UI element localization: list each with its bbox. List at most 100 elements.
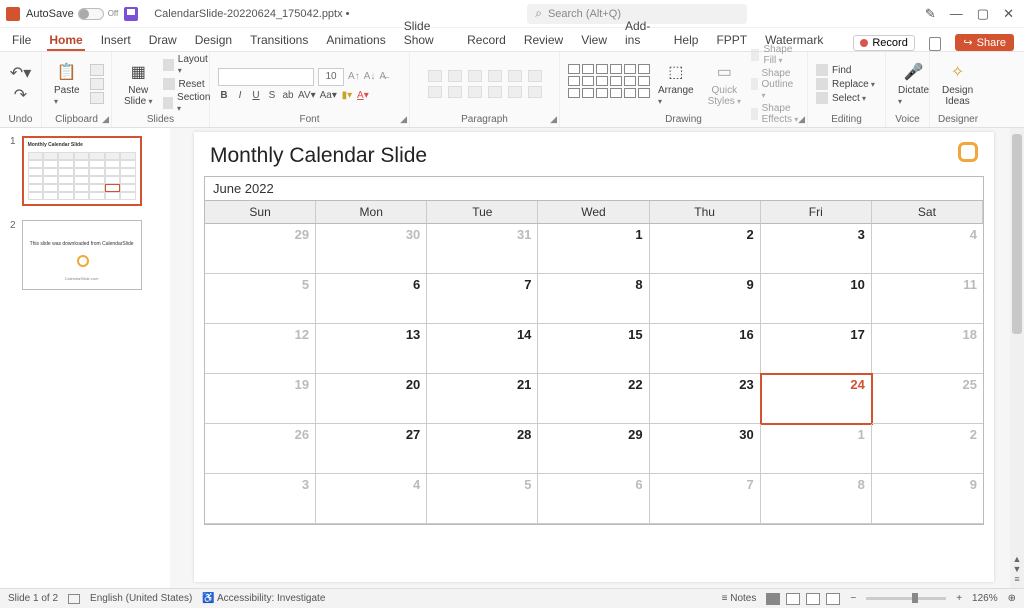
align-left-icon[interactable] (428, 86, 442, 98)
layout-button[interactable]: Layout (163, 54, 212, 76)
new-slide-button[interactable]: ▦ New Slide (120, 59, 157, 109)
replace-button[interactable]: Replace (816, 78, 875, 90)
tab-draw[interactable]: Draw (147, 29, 179, 51)
calendar-cell[interactable]: 7 (427, 274, 538, 324)
slide-counter[interactable]: Slide 1 of 2 (8, 593, 58, 604)
text-direction-icon[interactable] (528, 70, 542, 82)
cut-icon[interactable] (90, 64, 104, 76)
pen-icon[interactable] (925, 6, 936, 22)
calendar-cell[interactable]: 27 (316, 424, 427, 474)
tab-design[interactable]: Design (193, 29, 234, 51)
calendar-cell[interactable]: 20 (316, 374, 427, 424)
slide[interactable]: Monthly Calendar Slide June 2022 SunMonT… (194, 132, 994, 582)
indent-icon[interactable] (488, 70, 502, 82)
calendar-cell[interactable]: 14 (427, 324, 538, 374)
tab-slideshow[interactable]: Slide Show (402, 15, 451, 51)
zoom-slider[interactable] (866, 597, 946, 600)
sorter-view-icon[interactable] (786, 593, 800, 605)
accessibility-indicator[interactable]: ♿ Accessibility: Investigate (202, 593, 325, 604)
calendar-cell[interactable]: 2 (872, 424, 983, 474)
spellcheck-icon[interactable] (68, 594, 80, 604)
calendar-cell[interactable]: 18 (872, 324, 983, 374)
section-button[interactable]: Section (163, 92, 212, 114)
font-color-button[interactable]: A▾ (357, 90, 369, 101)
scrollbar-arrows[interactable]: ▲▼≡ (1010, 554, 1024, 584)
outdent-icon[interactable] (468, 70, 482, 82)
zoom-out-button[interactable]: − (850, 593, 856, 604)
shadow-button[interactable]: ab (282, 90, 294, 101)
notes-button[interactable]: ≡ Notes (722, 593, 757, 604)
undo-icon[interactable]: ↶▾ (10, 63, 31, 83)
find-button[interactable]: Find (816, 64, 875, 76)
calendar-cell[interactable]: 30 (650, 424, 761, 474)
tab-addins[interactable]: Add-ins (623, 15, 658, 51)
calendar-cell[interactable]: 11 (872, 274, 983, 324)
bullets-icon[interactable] (428, 70, 442, 82)
calendar-cell[interactable]: 31 (427, 224, 538, 274)
italic-button[interactable]: I (234, 90, 246, 101)
tab-fppt[interactable]: FPPT (714, 29, 749, 51)
calendar-cell[interactable]: 30 (316, 224, 427, 274)
calendar-cell[interactable]: 6 (538, 474, 649, 524)
increase-font-icon[interactable]: A↑ (348, 71, 360, 82)
calendar-cell[interactable]: 19 (205, 374, 316, 424)
calendar-cell[interactable]: 10 (761, 274, 872, 324)
calendar-cell[interactable]: 25 (872, 374, 983, 424)
record-button[interactable]: Record (853, 35, 914, 51)
calendar-cell[interactable]: 9 (872, 474, 983, 524)
share-button[interactable]: Share (955, 34, 1014, 51)
tab-view[interactable]: View (579, 29, 609, 51)
copy-icon[interactable] (90, 78, 104, 90)
scrollbar-handle[interactable] (1012, 134, 1022, 334)
calendar-cell[interactable]: 15 (538, 324, 649, 374)
calendar-cell[interactable]: 4 (872, 224, 983, 274)
calendar-cell[interactable]: 5 (205, 274, 316, 324)
font-size-combo[interactable]: 10 (318, 68, 344, 86)
minimize-button[interactable]: — (950, 6, 963, 21)
shape-outline-button[interactable]: Shape Outline (751, 68, 799, 101)
spacing-button[interactable]: AV▾ (298, 90, 316, 101)
calendar-cell[interactable]: 5 (427, 474, 538, 524)
calendar-cell[interactable]: 29 (205, 224, 316, 274)
tab-transitions[interactable]: Transitions (248, 29, 310, 51)
decrease-font-icon[interactable]: A↓ (364, 71, 376, 82)
calendar-cell[interactable]: 16 (650, 324, 761, 374)
shapes-gallery[interactable] (568, 64, 648, 104)
vertical-scrollbar[interactable]: ▲▼≡ (1010, 128, 1024, 588)
zoom-in-button[interactable]: + (956, 593, 962, 604)
calendar-cell[interactable]: 8 (538, 274, 649, 324)
format-painter-icon[interactable] (90, 92, 104, 104)
calendar-cell[interactable]: 23 (650, 374, 761, 424)
calendar-cell[interactable]: 1 (538, 224, 649, 274)
thumbnail-pane[interactable]: 1 Monthly Calendar Slide 2 This slide wa… (0, 128, 170, 588)
underline-button[interactable]: U (250, 90, 262, 101)
tab-home[interactable]: Home (47, 29, 84, 51)
calendar-cell[interactable]: 8 (761, 474, 872, 524)
tab-record[interactable]: Record (465, 29, 508, 51)
calendar-cell[interactable]: 3 (761, 224, 872, 274)
calendar-cell[interactable]: 26 (205, 424, 316, 474)
drawing-launcher-icon[interactable] (798, 114, 805, 125)
calendar-cell[interactable]: 24 (761, 374, 872, 424)
calendar-table[interactable]: June 2022 SunMonTueWedThuFriSat293031123… (204, 176, 984, 525)
shape-fill-button[interactable]: Shape Fill (751, 44, 799, 66)
arrange-button[interactable]: ⬚Arrange (654, 59, 698, 109)
align-center-icon[interactable] (448, 86, 462, 98)
dictate-button[interactable]: 🎤Dictate (894, 59, 933, 109)
reset-button[interactable]: Reset (163, 78, 212, 90)
comments-icon[interactable] (929, 37, 942, 51)
calendar-cell[interactable]: 22 (538, 374, 649, 424)
design-ideas-button[interactable]: ✧Design Ideas (938, 59, 977, 109)
calendar-cell[interactable]: 4 (316, 474, 427, 524)
font-launcher-icon[interactable] (400, 114, 407, 125)
reading-view-icon[interactable] (806, 593, 820, 605)
font-name-combo[interactable] (218, 68, 314, 86)
change-case-button[interactable]: Aa▾ (320, 90, 337, 101)
strike-button[interactable]: S (266, 90, 278, 101)
language-indicator[interactable]: English (United States) (90, 593, 192, 604)
toggle-off-icon[interactable] (78, 8, 104, 20)
calendar-cell[interactable]: 7 (650, 474, 761, 524)
justify-icon[interactable] (488, 86, 502, 98)
fit-to-window-icon[interactable]: ⊕ (1008, 593, 1016, 604)
redo-icon[interactable]: ↷ (14, 85, 27, 105)
